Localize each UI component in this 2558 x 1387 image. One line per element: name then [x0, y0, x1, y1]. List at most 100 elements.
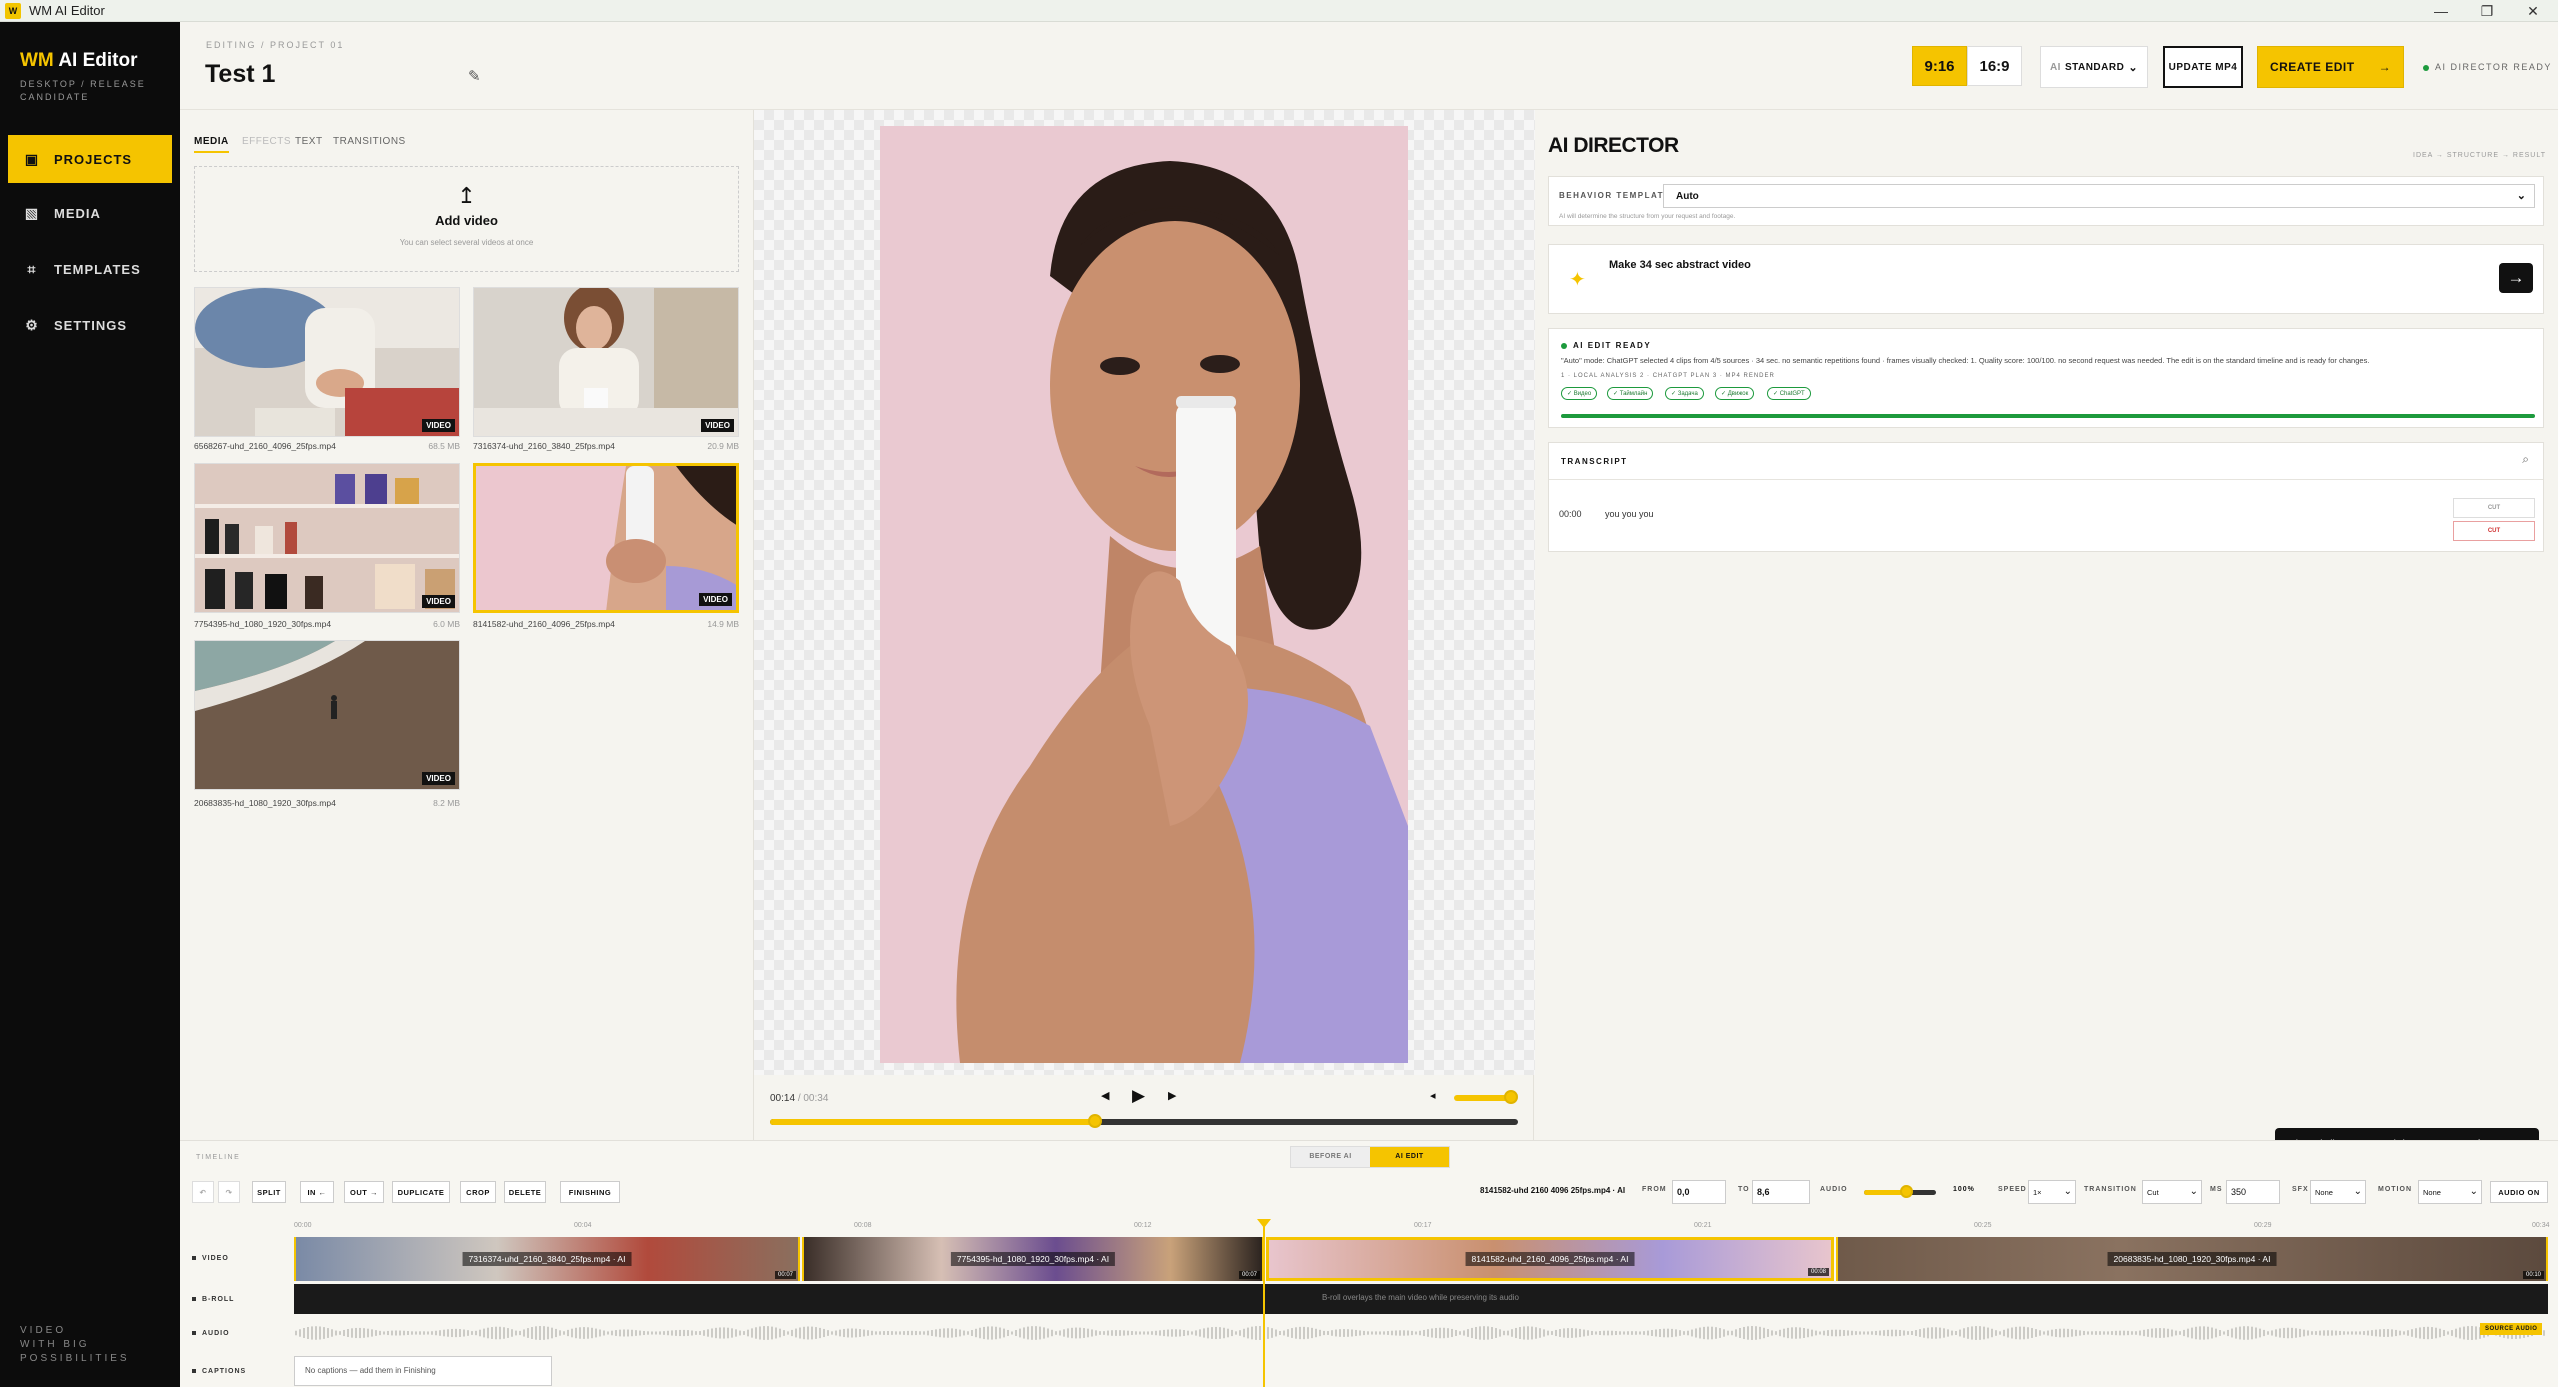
timeline-label: TIMELINE — [196, 1154, 241, 1161]
undo-button[interactable]: ↶ — [192, 1181, 214, 1203]
media-thumbnail-selected[interactable]: VIDEO — [473, 463, 739, 613]
from-input[interactable]: 0,0 — [1672, 1180, 1726, 1204]
selected-clip-name: 8141582-uhd 2160 4096 25fps.mp4 · AI — [1480, 1186, 1626, 1195]
sidebar-tagline: VIDEO WITH BIG POSSIBILITIES — [20, 1325, 130, 1364]
ms-input[interactable]: 350 — [2226, 1180, 2280, 1204]
tab-effects[interactable]: EFFECTS — [242, 136, 291, 151]
next-frame-button[interactable]: ▶ — [1168, 1089, 1176, 1102]
mark-in-button[interactable]: IN ← — [300, 1181, 334, 1203]
time-ruler-tick: 00:25 — [1974, 1222, 1992, 1229]
media-filename: 6568267-uhd_2160_4096_25fps.mp4 — [194, 441, 336, 451]
media-filesize: 8.2 MB — [433, 798, 460, 808]
tab-media[interactable]: MEDIA — [194, 136, 229, 153]
tab-text[interactable]: TEXT — [295, 136, 323, 151]
clip-label: 8141582-uhd_2160_4096_25fps.mp4 · AI — [1465, 1252, 1635, 1266]
audio-on-button[interactable]: AUDIO ON — [2490, 1181, 2548, 1203]
media-filename: 20683835-hd_1080_1920_30fps.mp4 — [194, 798, 336, 808]
behavior-template-label: BEHAVIOR TEMPLATE — [1559, 191, 1671, 200]
minimize-icon[interactable]: — — [2418, 0, 2464, 22]
cut-button[interactable]: CUT — [2453, 498, 2535, 518]
ai-edit-tab[interactable]: AI EDIT — [1370, 1147, 1449, 1167]
time-ruler-tick: 00:21 — [1694, 1222, 1712, 1229]
media-thumbnail[interactable]: VIDEO — [194, 287, 460, 437]
seek-bar-progress — [770, 1119, 1095, 1125]
timeline-panel: TIMELINE BEFORE AI AI EDIT ↶ ↷ SPLIT IN … — [180, 1140, 2558, 1387]
close-icon[interactable]: ✕ — [2510, 0, 2556, 22]
audio-level-knob[interactable] — [1900, 1185, 1913, 1198]
redo-button[interactable]: ↷ — [218, 1181, 240, 1203]
sfx-label: SFX — [2292, 1186, 2309, 1193]
video-frame[interactable] — [880, 126, 1408, 1063]
sidebar: WM AI Editor DESKTOP / RELEASE CANDIDATE … — [0, 22, 180, 1387]
status-chip: ✓ ChatGPT — [1767, 387, 1811, 400]
player-time: 00:14 / 00:34 — [770, 1093, 829, 1104]
split-button[interactable]: SPLIT — [252, 1181, 286, 1203]
sidebar-item-media[interactable]: ▧ MEDIA — [8, 189, 172, 237]
timeline-clip-selected[interactable]: 8141582-uhd_2160_4096_25fps.mp4 · AI 00:… — [1266, 1237, 1834, 1281]
thumbnail-image — [195, 464, 459, 612]
ratio-16-9-button[interactable]: 16:9 — [1967, 46, 2022, 86]
ratio-9-16-button[interactable]: 9:16 — [1912, 46, 1967, 86]
cut-button-active[interactable]: CUT — [2453, 521, 2535, 541]
transcript-text[interactable]: you you you — [1605, 509, 1654, 519]
update-mp4-button[interactable]: UPDATE MP4 — [2163, 46, 2243, 88]
timeline-clip[interactable]: 7316374-uhd_2160_3840_25fps.mp4 · AI 00:… — [294, 1237, 800, 1281]
audio-waveform[interactable] — [294, 1318, 2548, 1348]
volume-icon[interactable]: ◂ — [1430, 1089, 1436, 1102]
chevron-down-icon: ⌄ — [2189, 1186, 2198, 1197]
timeline-playhead[interactable] — [1257, 1219, 1271, 1387]
play-button[interactable]: ▶ — [1132, 1086, 1145, 1106]
transcript-title: TRANSCRIPT — [1561, 457, 1628, 466]
sfx-select[interactable]: None ⌄ — [2310, 1180, 2366, 1204]
thumbnail-image — [195, 288, 459, 436]
media-filesize: 6.0 MB — [433, 619, 460, 629]
behavior-template-select[interactable]: Auto ⌄ — [1663, 184, 2535, 208]
chevron-down-icon: ⌄ — [2063, 1186, 2072, 1197]
broll-track[interactable]: B-roll overlays the main video while pre… — [294, 1284, 2548, 1314]
divider — [1549, 479, 2543, 480]
source-audio-badge: SOURCE AUDIO — [2480, 1323, 2543, 1335]
before-ai-tab[interactable]: BEFORE AI — [1291, 1147, 1370, 1167]
delete-button[interactable]: DELETE — [504, 1181, 546, 1203]
ai-edit-pipeline-steps: 1 · LOCAL ANALYSIS 2 · CHATGPT PLAN 3 · … — [1561, 373, 1775, 379]
time-ruler-tick: 00:08 — [854, 1222, 872, 1229]
prompt-input[interactable]: Make 34 sec abstract video — [1609, 259, 1751, 271]
ms-label: MS — [2210, 1186, 2223, 1193]
edit-title-icon[interactable]: ✎ — [468, 67, 481, 85]
chevron-down-icon: ⌄ — [2353, 1186, 2362, 1197]
timeline-clip[interactable]: 7754395-hd_1080_1920_30fps.mp4 · AI 00:0… — [802, 1237, 1264, 1281]
volume-slider-knob[interactable] — [1504, 1090, 1518, 1104]
clip-duration: 00:07 — [774, 1271, 796, 1279]
seek-bar-knob[interactable] — [1088, 1114, 1102, 1128]
ai-edit-ready-title: AI EDIT READY — [1561, 341, 1651, 350]
duplicate-button[interactable]: DUPLICATE — [392, 1181, 450, 1203]
transcript-card: TRANSCRIPT ⌕ 00:00 you you you CUT CUT — [1548, 442, 2544, 552]
crop-button[interactable]: CROP — [460, 1181, 496, 1203]
mark-out-button[interactable]: OUT → — [344, 1181, 384, 1203]
sidebar-item-settings[interactable]: ⚙ SETTINGS — [8, 301, 172, 349]
sidebar-item-templates[interactable]: ⌗ TEMPLATES — [8, 245, 172, 293]
search-icon[interactable]: ⌕ — [2522, 452, 2529, 467]
add-video-dropzone[interactable]: ↥ Add video You can select several video… — [194, 166, 739, 272]
send-prompt-button[interactable]: → — [2499, 263, 2533, 293]
tab-transitions[interactable]: TRANSITIONS — [333, 136, 406, 151]
transcript-timestamp[interactable]: 00:00 — [1559, 509, 1582, 519]
templates-icon: ⌗ — [27, 260, 37, 277]
previous-frame-button[interactable]: ◀ — [1101, 1089, 1109, 1102]
create-edit-button[interactable]: CREATE EDIT → — [2257, 46, 2404, 88]
speed-select[interactable]: 1× ⌄ — [2028, 1180, 2076, 1204]
media-thumbnail[interactable]: VIDEO — [194, 640, 460, 790]
app-icon: W — [5, 2, 21, 19]
timeline-clip[interactable]: 20683835-hd_1080_1920_30fps.mp4 · AI 00:… — [1836, 1237, 2548, 1281]
transition-select[interactable]: Cut ⌄ — [2142, 1180, 2202, 1204]
maximize-icon[interactable]: ❐ — [2464, 0, 2510, 22]
sidebar-item-projects[interactable]: ▣ PROJECTS — [8, 135, 172, 183]
media-thumbnail[interactable]: VIDEO — [473, 287, 739, 437]
app-logo: WM AI Editor — [20, 50, 138, 71]
captions-track-empty[interactable]: No captions — add them in Finishing — [294, 1356, 552, 1386]
media-thumbnail[interactable]: VIDEO — [194, 463, 460, 613]
motion-select[interactable]: None ⌄ — [2418, 1180, 2482, 1204]
finishing-button[interactable]: FINISHING — [560, 1181, 620, 1203]
to-input[interactable]: 8,6 — [1752, 1180, 1810, 1204]
ai-mode-select[interactable]: AI STANDARD ⌄ — [2040, 46, 2148, 88]
